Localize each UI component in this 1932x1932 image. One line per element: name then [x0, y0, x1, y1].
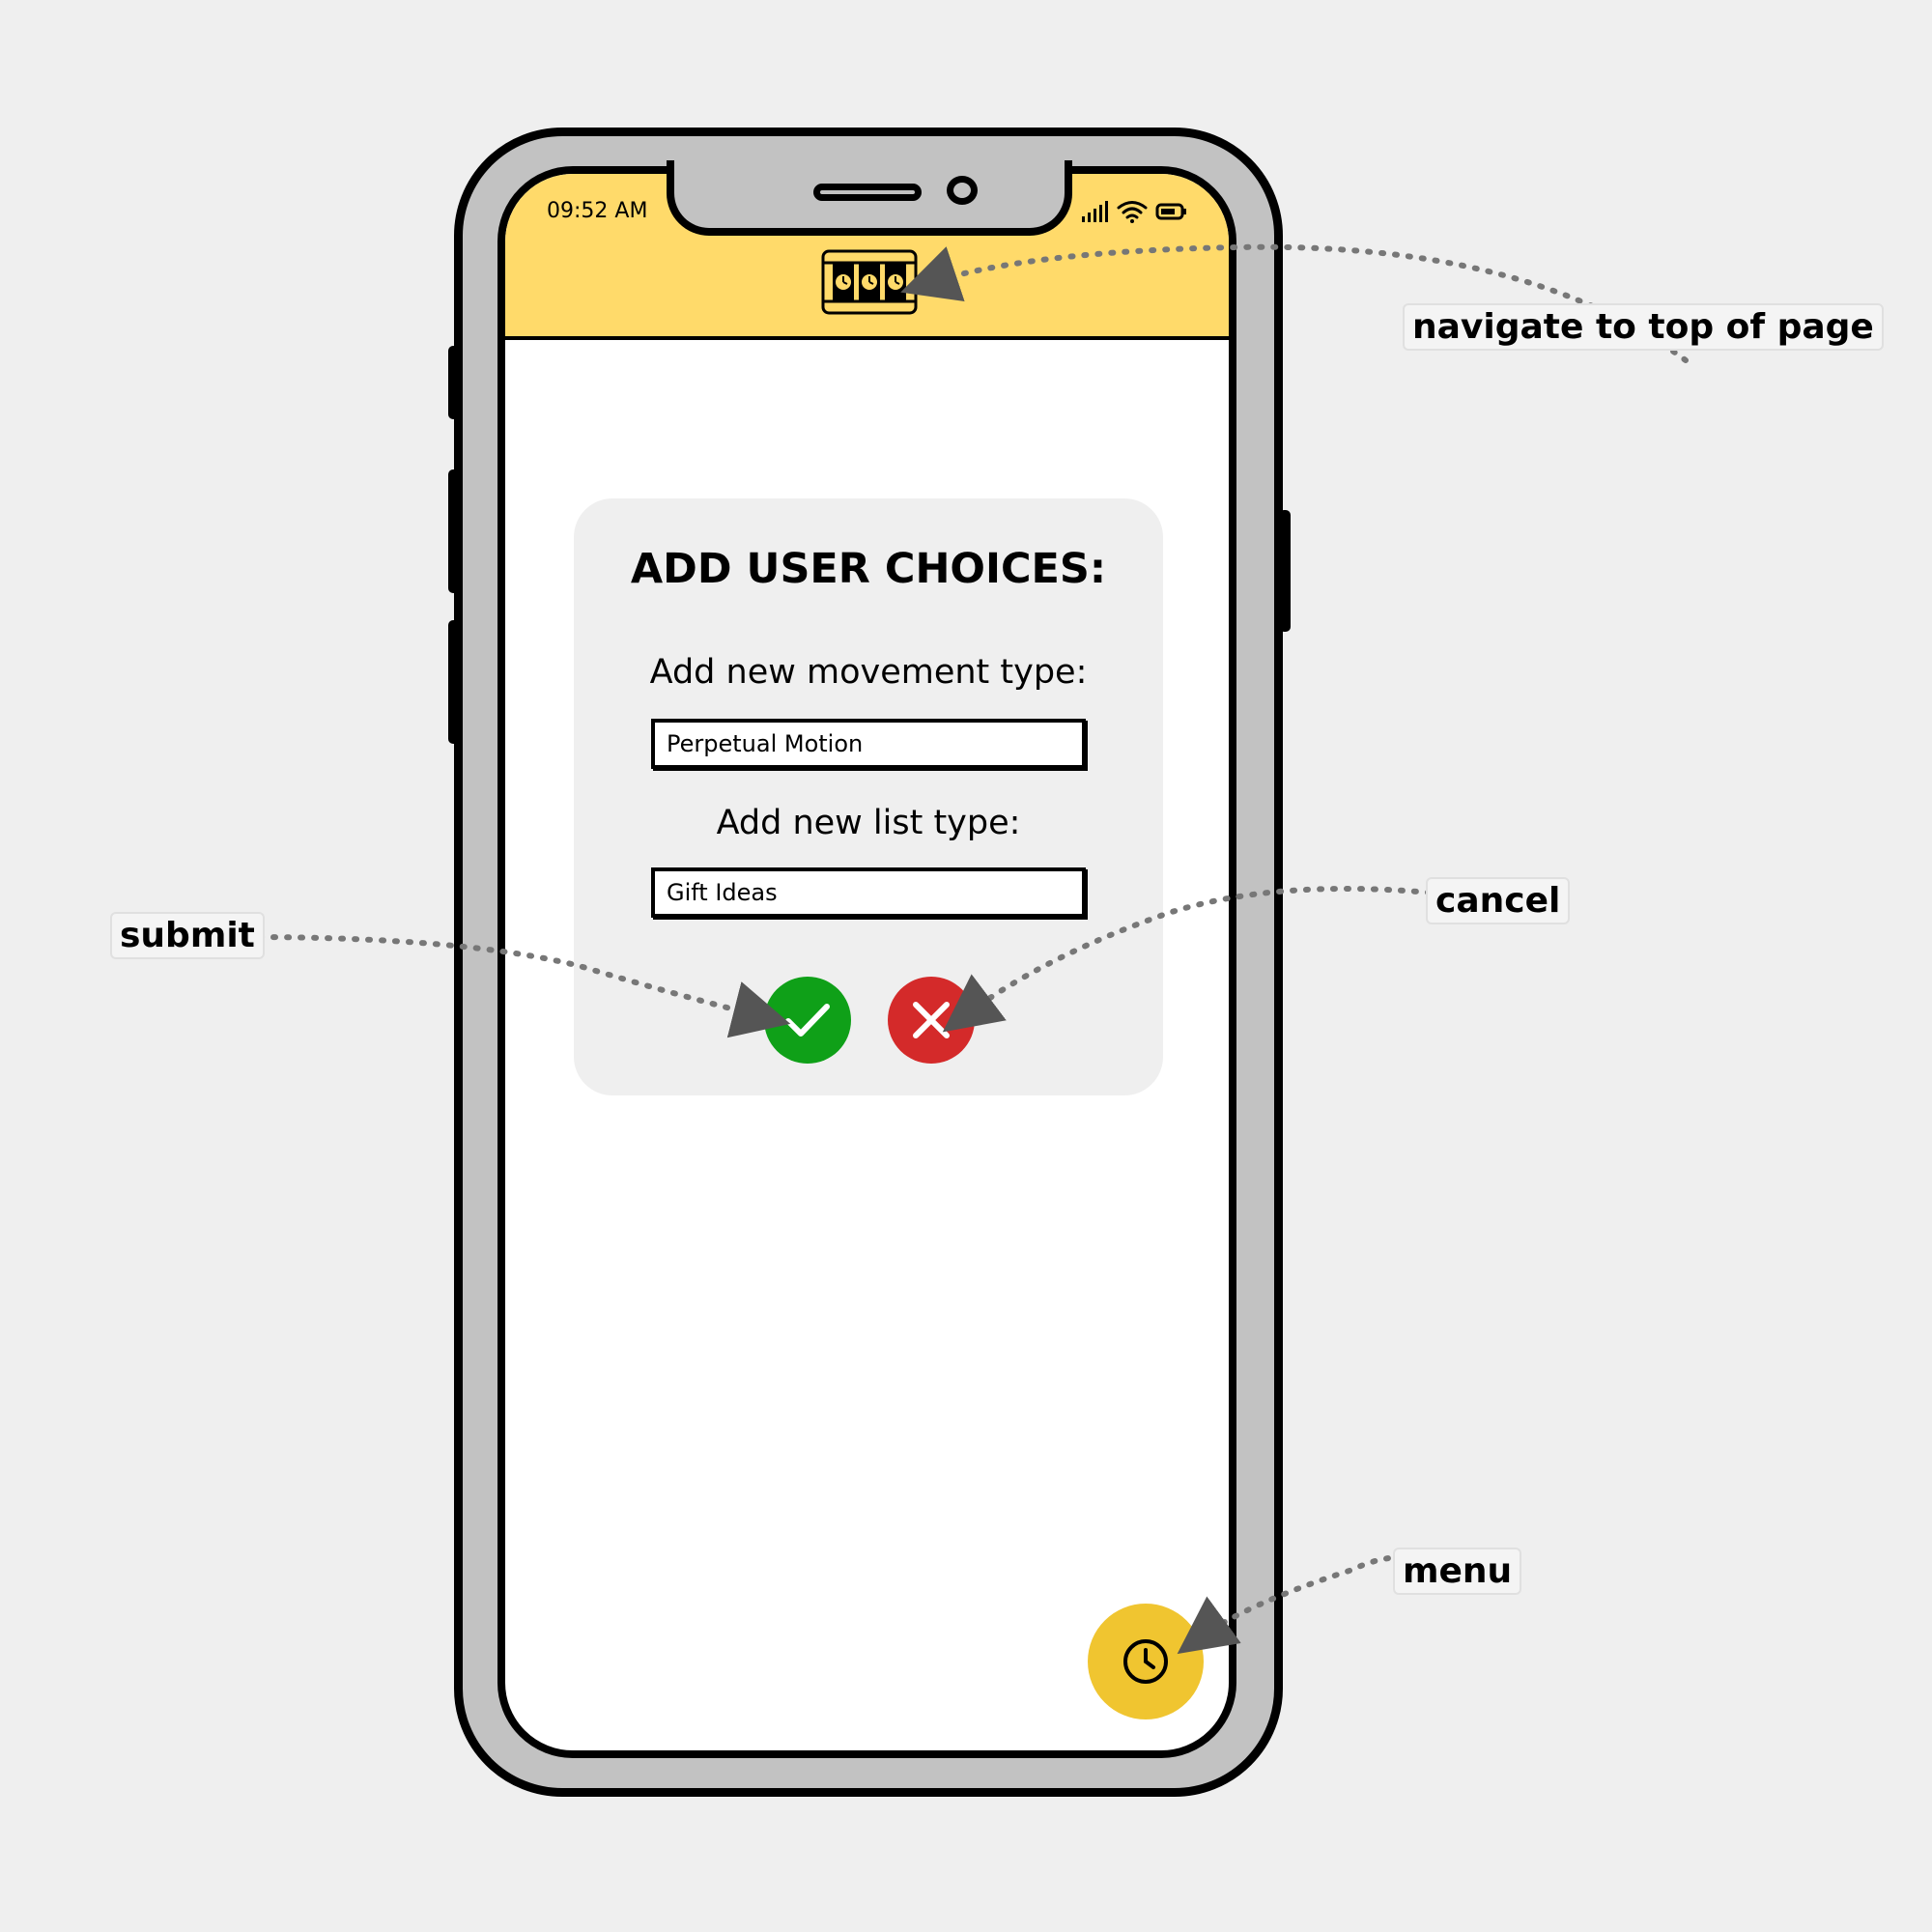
annotation-submit: submit — [110, 912, 265, 959]
movement-type-label: Add new movement type: — [649, 653, 1088, 692]
speaker — [813, 184, 922, 201]
annotation-menu: menu — [1393, 1548, 1522, 1595]
check-icon — [785, 1004, 830, 1037]
silent-switch — [448, 346, 460, 419]
x-icon — [913, 1002, 950, 1038]
annotation-navigate-top: navigate to top of page — [1403, 303, 1884, 351]
volume-up-button — [448, 469, 460, 593]
list-type-label: Add new list type: — [716, 804, 1021, 842]
submit-button[interactable] — [764, 977, 851, 1064]
clock-icon — [1123, 1639, 1168, 1684]
list-type-input[interactable] — [651, 867, 1086, 918]
menu-fab-button[interactable] — [1088, 1604, 1204, 1719]
wifi-icon — [1117, 201, 1148, 223]
home-logo[interactable] — [821, 249, 918, 315]
battery-icon — [1155, 203, 1186, 220]
power-button — [1279, 510, 1291, 632]
volume-down-button — [448, 620, 460, 744]
annotation-cancel: cancel — [1426, 877, 1571, 924]
status-time: 09:52 AM — [547, 199, 648, 223]
cancel-button[interactable] — [888, 977, 975, 1064]
dialog-title: ADD USER CHOICES: — [630, 545, 1107, 593]
signal-icon — [1082, 201, 1108, 222]
movement-type-input[interactable] — [651, 719, 1086, 769]
watches-icon — [821, 249, 918, 315]
front-camera — [947, 176, 978, 205]
